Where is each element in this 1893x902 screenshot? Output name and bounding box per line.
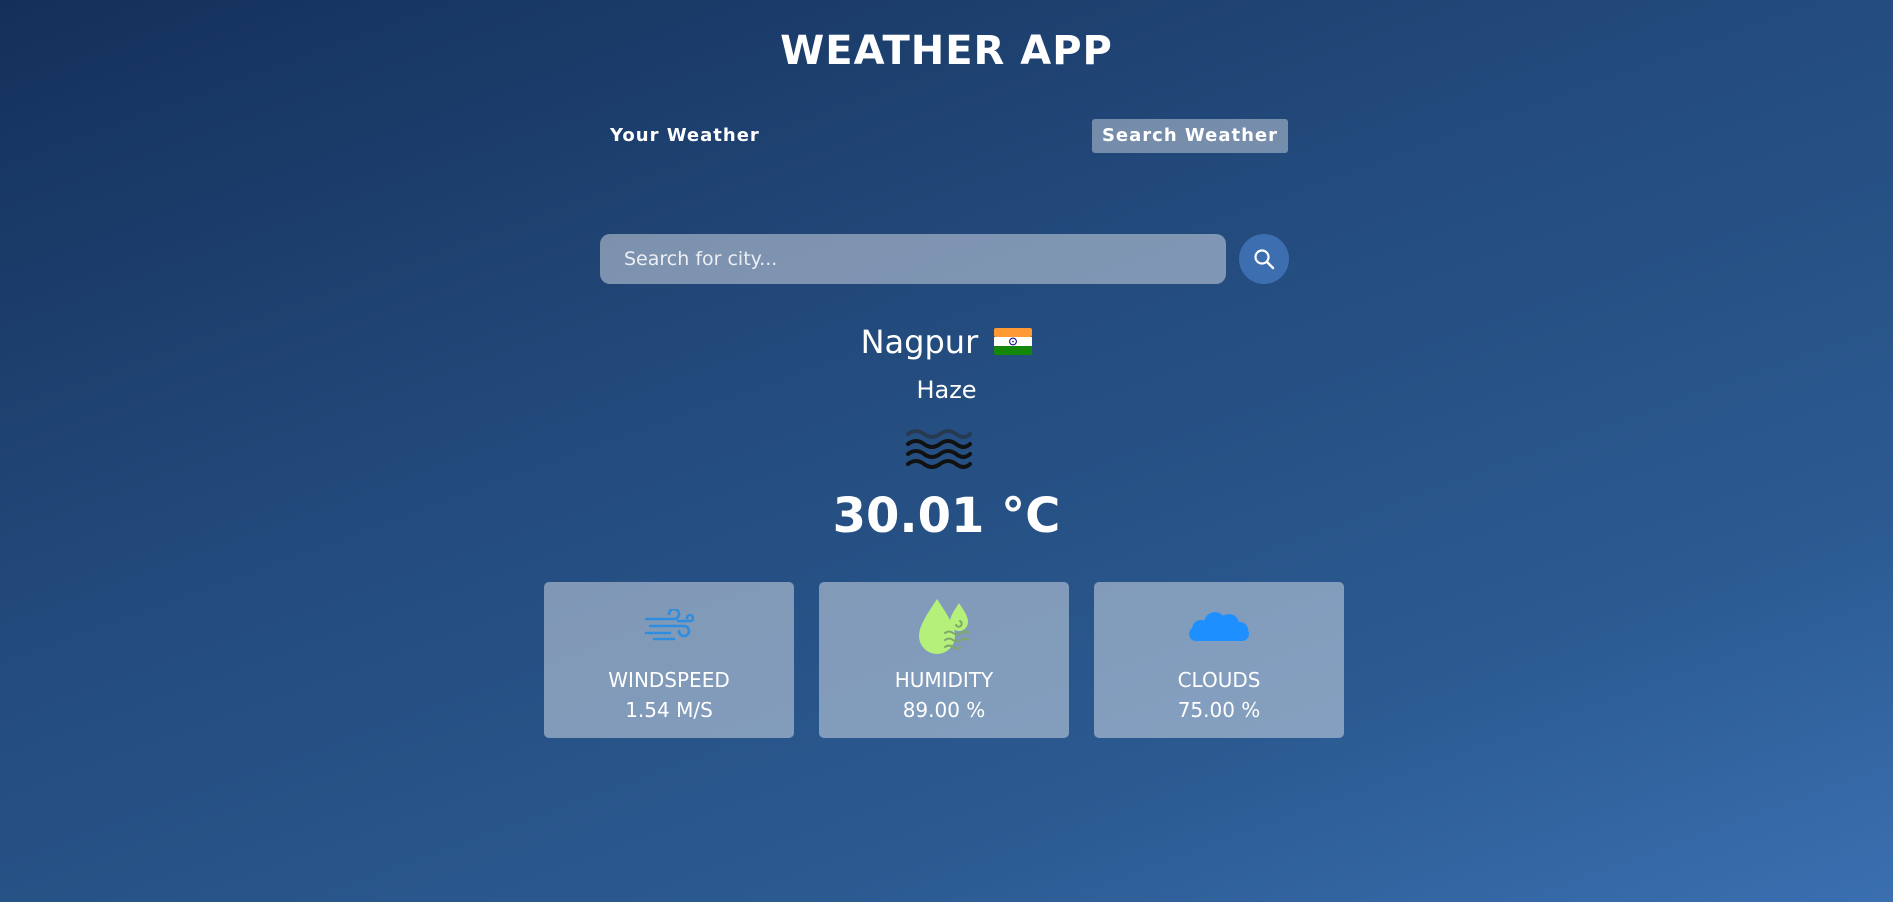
cloud-icon bbox=[1189, 612, 1249, 641]
search-icon bbox=[1254, 249, 1275, 270]
humidity-label: HUMIDITY bbox=[894, 668, 994, 692]
app-title: WEATHER APP bbox=[780, 28, 1113, 74]
india-flag-icon bbox=[994, 328, 1033, 355]
haze-icon bbox=[906, 429, 972, 469]
humidity-icon bbox=[919, 599, 970, 654]
clouds-value: 75.00 % bbox=[1177, 698, 1261, 722]
tab-search-weather[interactable]: Search Weather bbox=[1091, 119, 1288, 153]
humidity-card: HUMIDITY 89.00 % bbox=[819, 582, 1069, 738]
tab-bar: Your Weather Search Weather bbox=[600, 119, 1290, 155]
city-name: Nagpur bbox=[860, 323, 979, 361]
search-button[interactable] bbox=[1239, 234, 1289, 284]
windspeed-label: WINDSPEED bbox=[608, 668, 730, 692]
humidity-value: 89.00 % bbox=[902, 698, 986, 722]
windspeed-card: WINDSPEED 1.54 M/S bbox=[544, 582, 794, 738]
clouds-label: CLOUDS bbox=[1177, 668, 1261, 692]
location: Nagpur bbox=[0, 323, 1893, 361]
tab-your-weather[interactable]: Your Weather bbox=[600, 119, 770, 153]
search-bar bbox=[600, 234, 1290, 284]
temperature: 30.01 °C bbox=[832, 488, 1061, 544]
weather-description: Haze bbox=[916, 376, 977, 404]
wind-icon bbox=[644, 609, 694, 641]
clouds-card: CLOUDS 75.00 % bbox=[1094, 582, 1344, 738]
windspeed-value: 1.54 M/S bbox=[625, 698, 713, 722]
search-input[interactable] bbox=[600, 234, 1226, 284]
